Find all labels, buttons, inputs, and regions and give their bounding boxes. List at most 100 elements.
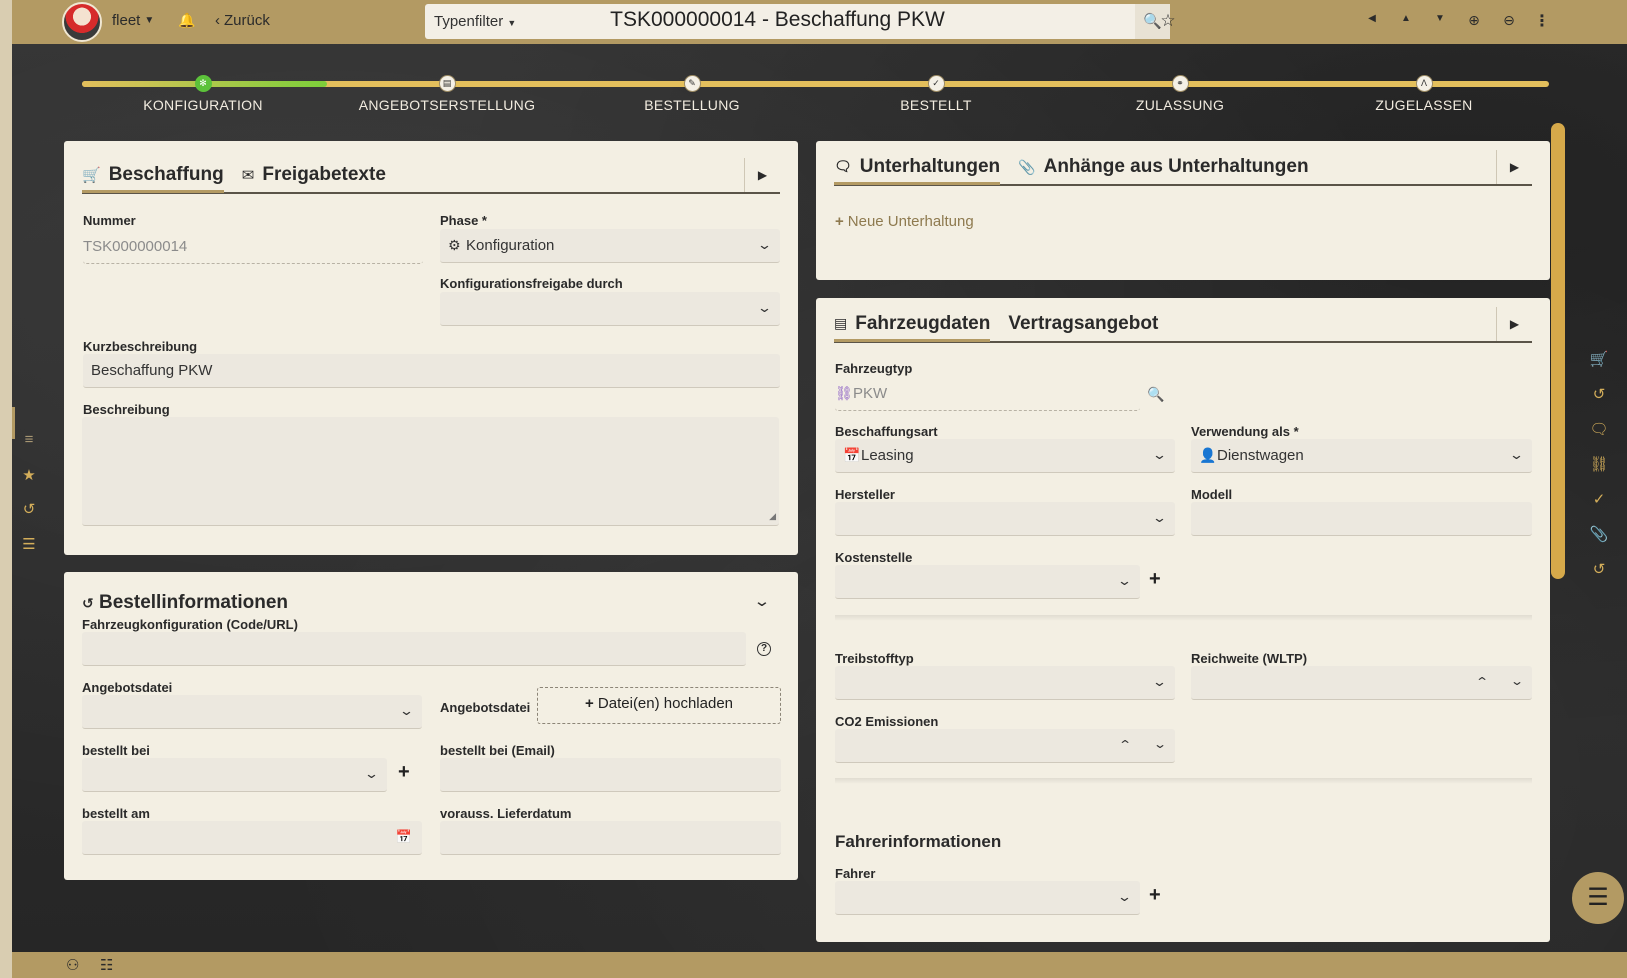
bestellt-bei-select[interactable]: ⌄: [82, 758, 387, 792]
people-icon[interactable]: ⚇: [66, 956, 79, 974]
upload-files-button[interactable]: + Datei(en) hochladen: [537, 687, 781, 724]
konfigfreigabe-select[interactable]: ⌄: [440, 292, 780, 326]
avatar[interactable]: [62, 2, 102, 42]
step-angebotserstellung[interactable]: ▤ ANGEBOTSERSTELLUNG: [347, 75, 547, 113]
resize-handle-icon[interactable]: ◢: [769, 511, 776, 522]
side-nav-active-marker: [12, 407, 15, 439]
bestellt-bei-email-label: bestellt bei (Email): [440, 743, 555, 758]
hersteller-select[interactable]: ⌄: [835, 502, 1175, 536]
paperclip-icon[interactable]: 📎: [1589, 525, 1609, 543]
fahrer-select[interactable]: ⌄: [835, 881, 1140, 915]
indent-list-icon[interactable]: ☰: [19, 535, 39, 553]
tab-freigabetexte[interactable]: ✉ Freigabetexte: [242, 158, 386, 192]
more-vertical-icon[interactable]: ⋮: [1532, 11, 1552, 31]
order-form-icon: ✎: [683, 75, 701, 92]
co2-label: CO2 Emissionen: [835, 714, 939, 729]
treibstoff-select[interactable]: ⌄: [835, 666, 1175, 700]
fahrzeugkonfig-input[interactable]: [82, 632, 746, 666]
history-icon[interactable]: ↺: [19, 500, 39, 518]
decrement-chevron-down-icon[interactable]: ⌄: [1510, 674, 1524, 688]
angebotsdatei-select[interactable]: ⌄: [82, 695, 422, 729]
chevron-down-icon: ⌄: [756, 300, 773, 315]
caret-left-icon[interactable]: ◀: [1362, 13, 1382, 24]
step-bestellung[interactable]: ✎ BESTELLUNG: [592, 75, 792, 113]
add-supplier-plus-icon[interactable]: +: [398, 761, 410, 784]
modell-input[interactable]: [1191, 502, 1532, 536]
history-icon[interactable]: ↺: [1589, 385, 1609, 403]
verwendung-label: Verwendung als *: [1191, 424, 1299, 439]
cart-icon: 🛒: [82, 166, 101, 184]
bestellinformationen-header[interactable]: ↺ Bestellinformationen: [82, 592, 288, 614]
search-icon[interactable]: 🔍: [1146, 386, 1166, 403]
tab-label: Vertragsangebot: [1008, 313, 1159, 334]
calendar-icon[interactable]: 📅: [396, 829, 412, 845]
verwendung-select[interactable]: 👤Dienstwagen ⌄: [1191, 439, 1532, 473]
record-search-box[interactable]: Typenfilter ▼ TSK000000014 - Beschaffung…: [425, 4, 1170, 39]
reichweite-number-input[interactable]: ⌄ ⌄: [1191, 666, 1532, 700]
history-icon[interactable]: ↺: [1589, 560, 1609, 578]
chevron-down-icon[interactable]: ⌄: [748, 592, 776, 610]
user-menu[interactable]: fleet ▼: [112, 12, 154, 29]
co2-number-input[interactable]: ⌄ ⌄: [835, 729, 1175, 763]
tab-label: Unterhaltungen: [859, 155, 1001, 177]
paperclip-icon: 📎: [1018, 158, 1036, 175]
fahrzeugtyp-label: Fahrzeugtyp: [835, 361, 913, 376]
hersteller-label: Hersteller: [835, 487, 895, 502]
caret-right-icon[interactable]: ▶: [1496, 150, 1532, 184]
caret-right-icon[interactable]: ▶: [744, 158, 780, 192]
increment-chevron-up-icon[interactable]: ⌄: [1475, 674, 1489, 688]
sitemap-icon[interactable]: ☷: [100, 956, 113, 974]
zoom-in-icon[interactable]: ⊕: [1464, 12, 1484, 29]
plus-icon: +: [835, 213, 844, 230]
decrement-chevron-down-icon[interactable]: ⌄: [1153, 737, 1167, 751]
chevron-down-icon: ⌄: [363, 766, 380, 781]
tab-beschaffung[interactable]: 🛒 Beschaffung: [82, 159, 224, 193]
beschaffungsart-select[interactable]: 📅Leasing ⌄: [835, 439, 1175, 473]
caret-right-icon[interactable]: ▶: [1496, 307, 1532, 341]
plus-icon: +: [584, 695, 594, 712]
step-zulassung[interactable]: ⚭ ZULASSUNG: [1080, 75, 1280, 113]
back-label: Zurück: [224, 12, 270, 29]
tab-vertragsangebot[interactable]: Vertragsangebot: [1008, 307, 1158, 341]
fahrer-label: Fahrer: [835, 866, 876, 881]
step-zugelassen[interactable]: Λ ZUGELASSEN: [1324, 75, 1524, 113]
back-button[interactable]: ‹ Zurück: [215, 12, 270, 29]
hamburger-menu-icon[interactable]: ☰: [1572, 872, 1624, 924]
bottom-bar: ⚇ ☷: [12, 952, 1627, 978]
phase-select[interactable]: ⚙ Konfiguration ⌄: [440, 229, 780, 263]
beschreibung-textarea[interactable]: ◢: [82, 417, 779, 526]
step-bestellt[interactable]: ✓ BESTELLT: [836, 75, 1036, 113]
envelope-icon: ✉: [241, 167, 255, 184]
list-icon[interactable]: ≡: [19, 431, 39, 448]
add-fahrer-plus-icon[interactable]: +: [1149, 884, 1161, 907]
bell-icon[interactable]: 🔔: [177, 12, 197, 29]
upload-files-label: Datei(en) hochladen: [597, 695, 734, 712]
tab-unterhaltungen[interactable]: 🗨 Unterhaltungen: [834, 151, 1001, 185]
kurzbeschreibung-input[interactable]: Beschaffung PKW: [83, 354, 780, 388]
new-conversation-button[interactable]: + Neue Unterhaltung: [835, 213, 974, 230]
bestellt-am-label: bestellt am: [82, 806, 150, 821]
tab-anhaenge[interactable]: 📎 Anhänge aus Unterhaltungen: [1018, 150, 1308, 184]
bestellt-bei-email-input[interactable]: [440, 758, 781, 792]
star-icon[interactable]: ★: [19, 466, 39, 484]
help-icon[interactable]: ?: [757, 642, 771, 656]
car-icon[interactable]: ⛓: [1589, 455, 1609, 473]
bestellt-am-date-input[interactable]: 📅: [82, 821, 422, 855]
check-icon[interactable]: ✓: [1589, 490, 1609, 508]
star-outline-icon[interactable]: ☆: [1158, 11, 1178, 31]
list-alt-icon: ▤: [834, 315, 848, 331]
step-konfiguration[interactable]: ✻ KONFIGURATION: [103, 75, 303, 113]
increment-chevron-up-icon[interactable]: ⌄: [1118, 737, 1132, 751]
phase-stepper: ✻ KONFIGURATION ▤ ANGEBOTSERSTELLUNG ✎ B…: [82, 75, 1549, 118]
add-kostenstelle-plus-icon[interactable]: +: [1149, 568, 1161, 591]
tab-fahrzeugdaten[interactable]: ▤ Fahrzeugdaten: [834, 308, 991, 342]
bestellinformationen-title: Bestellinformationen: [99, 592, 288, 613]
zoom-out-icon[interactable]: ⊖: [1499, 12, 1519, 29]
kostenstelle-select[interactable]: ⌄: [835, 565, 1140, 599]
caret-down-icon[interactable]: ▼: [1430, 13, 1450, 24]
comments-icon[interactable]: 🗨: [1589, 420, 1609, 438]
cart-icon[interactable]: 🛒: [1589, 350, 1609, 368]
caret-up-icon[interactable]: ▲: [1396, 13, 1416, 24]
lieferdatum-input[interactable]: [440, 821, 781, 855]
scrollbar[interactable]: [1551, 123, 1565, 579]
